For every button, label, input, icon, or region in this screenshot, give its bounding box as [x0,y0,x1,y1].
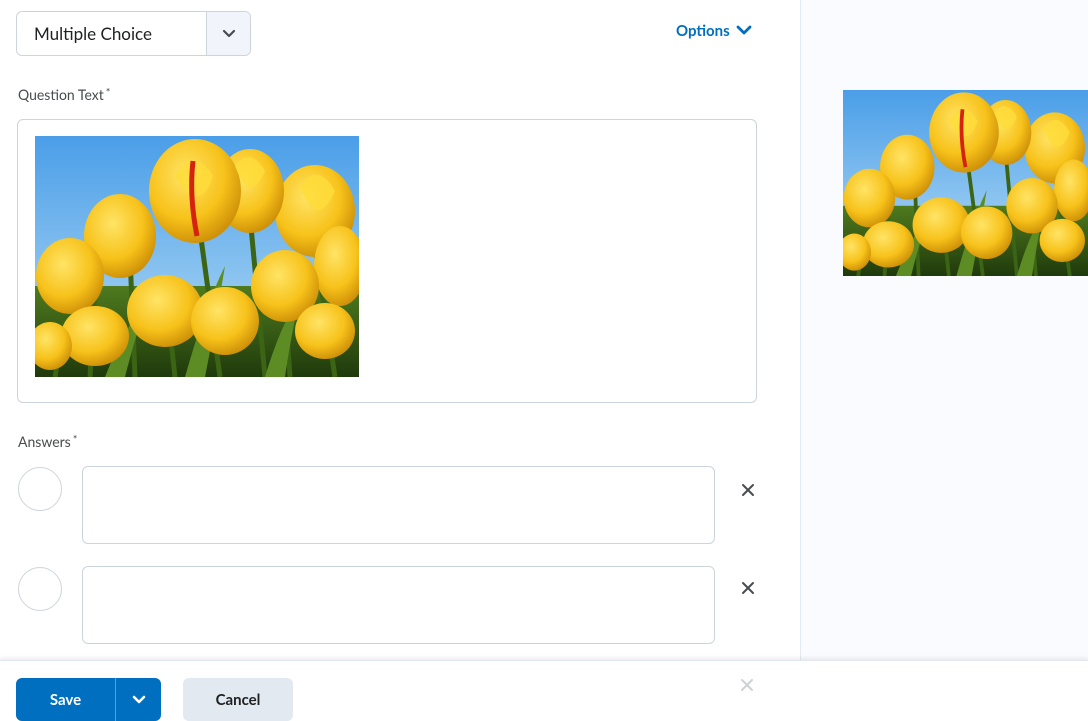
answer-input[interactable] [82,466,715,544]
preview-image [843,90,1088,276]
save-options-button[interactable] [116,678,161,721]
question-type-select[interactable]: Multiple Choice [16,11,251,56]
correct-answer-radio[interactable] [18,467,62,511]
question-text-editor[interactable] [17,119,757,403]
options-dropdown[interactable]: Options [676,22,752,40]
question-type-value: Multiple Choice [34,23,152,44]
required-marker: * [72,433,78,446]
options-label: Options [676,22,730,40]
cancel-button[interactable]: Cancel [183,678,293,721]
question-text-label: Question Text * [18,86,111,103]
chevron-down-icon[interactable] [206,12,250,55]
required-marker: * [105,86,111,99]
chevron-down-icon [132,695,145,703]
answer-input[interactable] [82,566,715,644]
correct-answer-radio[interactable] [18,567,62,611]
close-icon[interactable] [737,479,759,501]
save-button[interactable]: Save [16,678,116,721]
question-editor: Multiple Choice Options Question Text * A… [0,0,800,721]
save-button-group: Save [16,678,161,721]
close-icon [740,677,760,697]
answers-label: Answers * [18,433,78,450]
question-image[interactable] [35,136,359,377]
chevron-down-icon [736,22,752,40]
footer-bar [0,660,1088,721]
close-icon[interactable] [737,577,759,599]
